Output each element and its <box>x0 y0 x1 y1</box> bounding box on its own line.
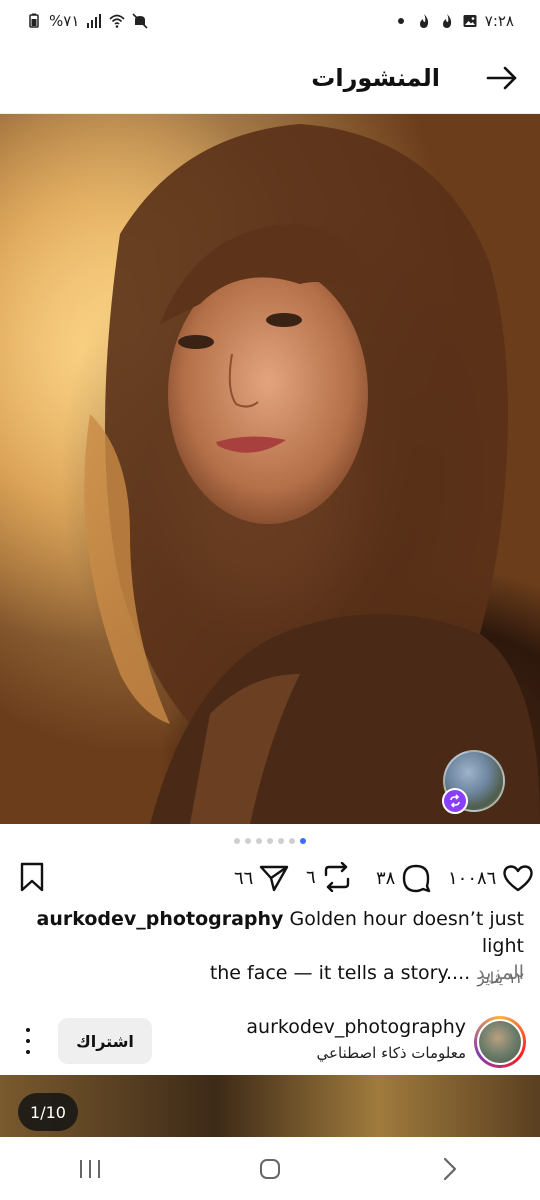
repost-icon <box>324 862 349 892</box>
dot-icon <box>397 18 404 24</box>
comment-icon <box>403 864 431 893</box>
next-post-image[interactable] <box>0 1075 540 1137</box>
post-actions: ٦٦ ٦ ٣٨ ١٠٠٨٦ <box>0 856 540 902</box>
arrow-right-icon <box>486 66 517 89</box>
send-icon <box>260 865 289 892</box>
page-title: المنشورات <box>311 63 440 92</box>
status-left: %٧١ <box>26 12 148 30</box>
more-options-icon[interactable] <box>18 1028 38 1054</box>
home-icon <box>260 1158 280 1179</box>
next-post-subtitle: معلومات ذكاء اصطناعي <box>316 1044 466 1062</box>
back-nav-button[interactable] <box>420 1149 480 1189</box>
next-post-avatar[interactable] <box>474 1016 526 1068</box>
battery-icon <box>29 13 39 28</box>
post-date: ١٢ يناير <box>477 969 524 987</box>
status-right: ٧:٢٨ <box>393 12 514 30</box>
post-caption: aurkodev_photography Golden hour doesn’t… <box>16 906 524 987</box>
wifi-icon <box>109 14 125 28</box>
carousel-dot <box>245 838 251 844</box>
share-count: ٦٦ <box>234 867 254 889</box>
status-time: ٧:٢٨ <box>484 12 514 30</box>
next-post-header: aurkodev_photography معلومات ذكاء اصطناع… <box>0 1012 540 1070</box>
status-bar: %٧١ ٧:٢٨ <box>0 0 540 42</box>
flame-icon <box>419 14 428 28</box>
like-button[interactable]: ١٠٠٨٦ <box>448 864 534 892</box>
repost-button[interactable]: ٦ <box>306 862 352 892</box>
comment-button[interactable]: ٣٨ <box>376 863 431 893</box>
heart-icon <box>503 865 534 892</box>
caption-line-1: aurkodev_photography Golden hour doesn’t… <box>16 906 524 960</box>
avatar-image <box>477 1019 523 1065</box>
repost-count: ٦ <box>306 866 316 888</box>
comment-count: ٣٨ <box>376 867 396 889</box>
carousel-dot <box>267 838 273 844</box>
subscribe-button[interactable]: اشتراك <box>58 1018 152 1064</box>
gallery-icon <box>463 15 477 27</box>
carousel-dot <box>278 838 284 844</box>
recents-icon <box>80 1159 100 1178</box>
bookmark-icon <box>20 862 44 892</box>
back-button[interactable] <box>482 58 522 98</box>
chevron-right-icon <box>443 1157 457 1180</box>
page-header: المنشورات <box>0 42 540 114</box>
battery-percent: %٧١ <box>49 12 80 30</box>
next-post-username[interactable]: aurkodev_photography <box>246 1016 466 1038</box>
signal-icon <box>87 14 102 28</box>
share-button[interactable]: ٦٦ <box>234 864 289 892</box>
caption-line-2: المزيد the face — it tells a story.... <box>16 960 524 987</box>
caption-text-1: Golden hour doesn’t just light <box>289 908 524 957</box>
carousel-dot <box>256 838 262 844</box>
carousel-dots <box>0 838 540 844</box>
mute-icon <box>132 13 148 29</box>
portrait-illustration <box>0 114 540 824</box>
home-button[interactable] <box>240 1149 300 1189</box>
recents-button[interactable] <box>60 1149 120 1189</box>
carousel-dot <box>289 838 295 844</box>
post-image[interactable] <box>0 114 540 824</box>
save-button[interactable] <box>18 862 46 892</box>
system-nav-bar <box>0 1137 540 1200</box>
image-counter: 1/10 <box>18 1093 78 1131</box>
caption-username[interactable]: aurkodev_photography <box>37 908 284 930</box>
like-count: ١٠٠٨٦ <box>448 867 497 889</box>
remix-badge-icon <box>442 788 468 814</box>
caption-text-2: the face — it tells a story.... <box>209 962 471 984</box>
carousel-dot <box>300 838 306 844</box>
carousel-dot <box>234 838 240 844</box>
flame-icon <box>442 14 451 28</box>
